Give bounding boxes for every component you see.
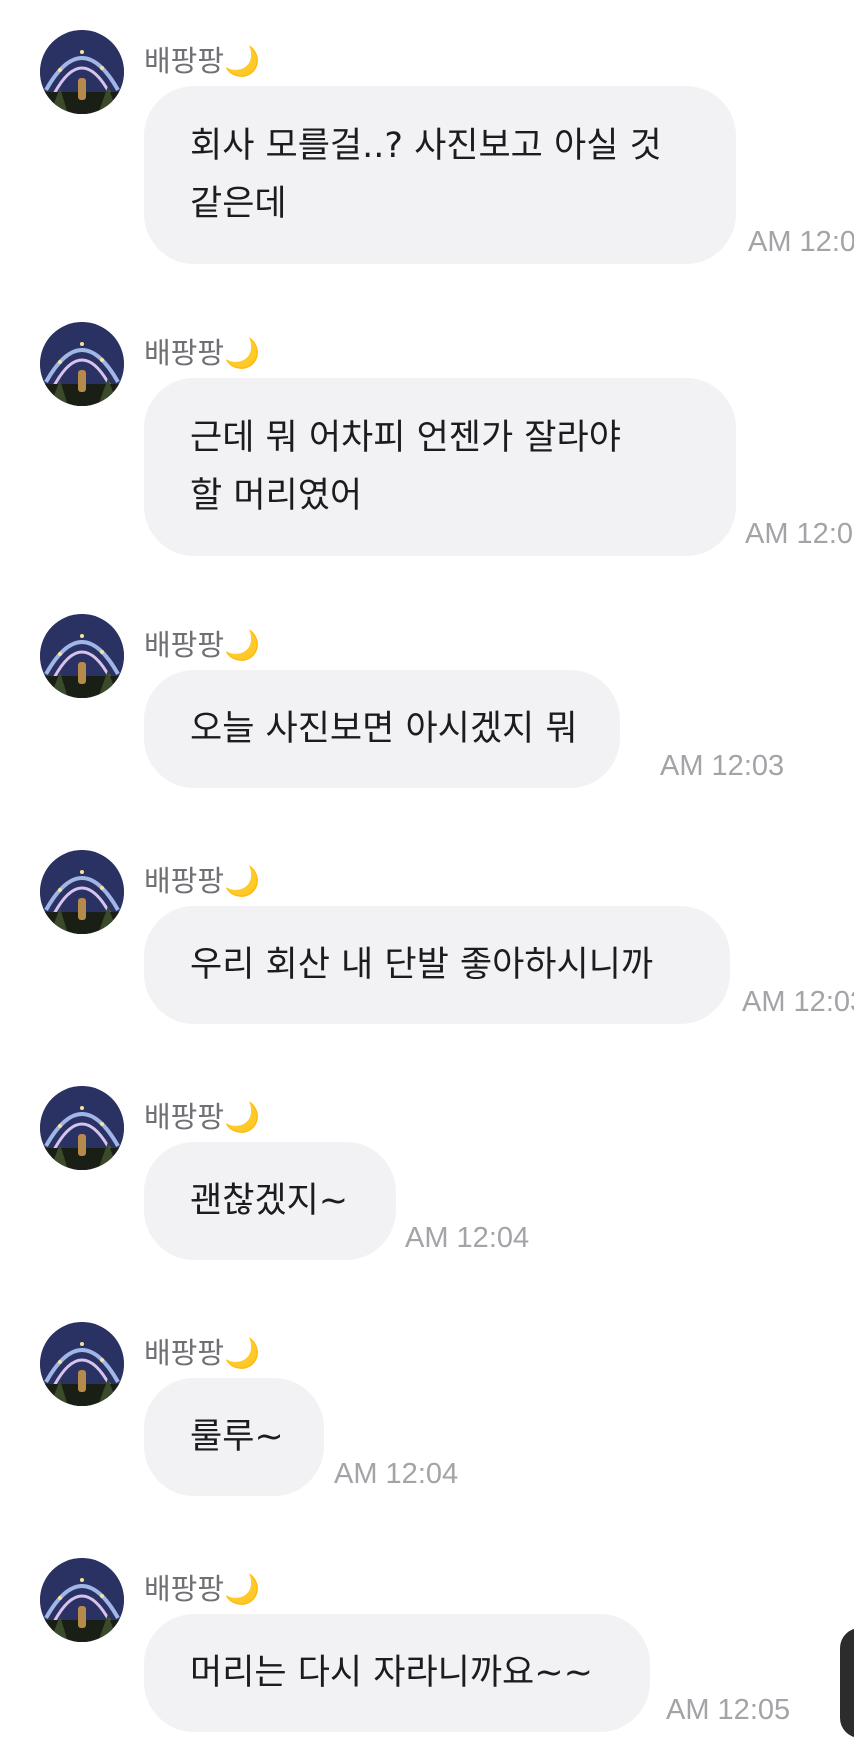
sender-name: 배팡팡🌙 [144,44,261,78]
sender-name: 배팡팡🌙 [144,628,261,662]
message-bubble[interactable]: 룰루~ [144,1378,324,1496]
message-text: 오늘 사진보면 아시겠지 뭐 [190,709,578,749]
sender-name: 배팡팡🌙 [144,1572,261,1606]
message-bubble[interactable]: 우리 회산 내 단발 좋아하시니까 [144,906,730,1024]
sender-avatar[interactable] [40,1086,124,1170]
message-text: 룰루~ [190,1417,284,1457]
sender-avatar[interactable] [40,1322,124,1406]
avatar-photo-icon [40,322,124,406]
message-time: AM 12:03 [660,750,785,782]
message-time: AM 12:04 [405,1222,530,1254]
sender-name: 배팡팡🌙 [144,1336,261,1370]
message-bubble[interactable]: 괜찮겠지~ [144,1142,396,1260]
avatar-photo-icon [40,1558,124,1642]
message-bubble[interactable]: 오늘 사진보면 아시겠지 뭐 [144,670,620,788]
message-bubble[interactable]: 근데 뭐 어차피 언젠가 잘라야 할 머리였어 [144,378,736,556]
message-time: AM 12:03 [748,226,854,258]
avatar-photo-icon [40,30,124,114]
sender-name: 배팡팡🌙 [144,1100,261,1134]
sender-name: 배팡팡🌙 [144,336,261,370]
message-bubble[interactable]: 회사 모를걸..? 사진보고 아실 것 같은데 [144,86,736,264]
message-text: 우리 회산 내 단발 좋아하시니까 [190,945,654,985]
message-time: AM 12:04 [334,1458,459,1490]
message-text: 같은데 [190,184,287,224]
message-text: 괜찮겠지~ [190,1181,349,1221]
message-text: 근데 뭐 어차피 언젠가 잘라야 [190,418,621,458]
avatar-photo-icon [40,614,124,698]
message-text: 할 머리였어 [190,476,363,516]
sender-avatar[interactable] [40,850,124,934]
sender-avatar[interactable] [40,614,124,698]
sender-avatar[interactable] [40,30,124,114]
message-time: AM 12:03 [742,986,854,1018]
sender-name: 배팡팡🌙 [144,864,261,898]
message-text: 회사 모를걸..? 사진보고 아실 것 [190,126,662,166]
scroll-to-bottom-button[interactable] [840,1628,854,1738]
sender-avatar[interactable] [40,322,124,406]
message-time: AM 12:03 [745,518,854,550]
avatar-photo-icon [40,1322,124,1406]
message-bubble[interactable]: 머리는 다시 자라니까요~~ [144,1614,650,1732]
avatar-photo-icon [40,850,124,934]
sender-avatar[interactable] [40,1558,124,1642]
message-time: AM 12:05 [666,1694,791,1726]
avatar-photo-icon [40,1086,124,1170]
message-text: 머리는 다시 자라니까요~~ [190,1653,593,1693]
